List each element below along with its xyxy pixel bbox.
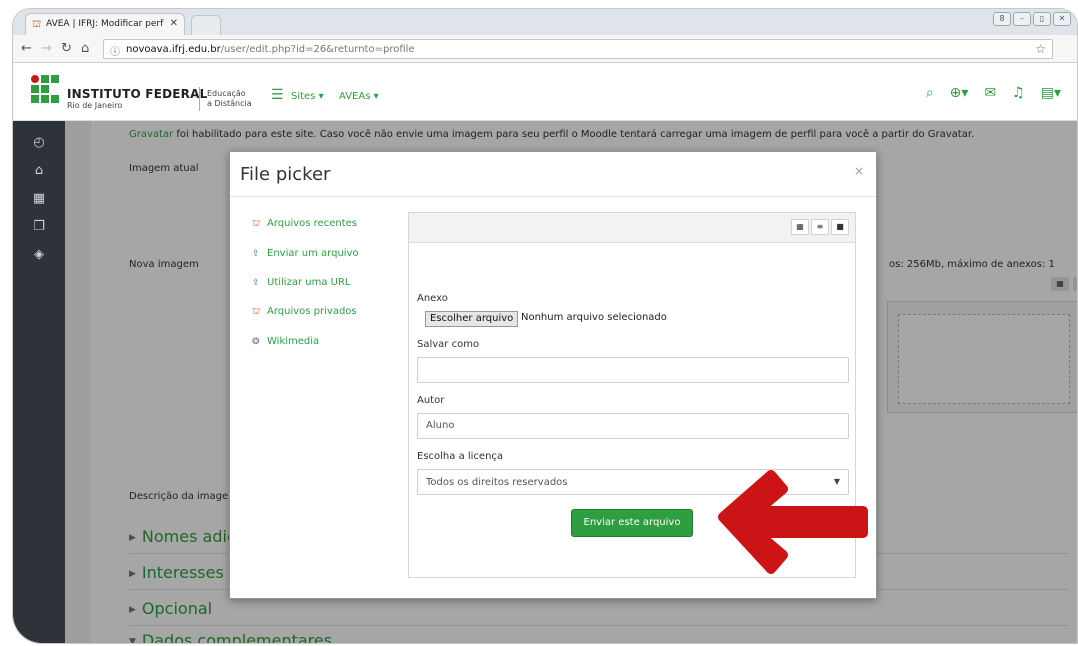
dashboard-icon[interactable]: ◴ [30,135,48,153]
site-header: INSTITUTO FEDERAL Rio de Janeiro Educaçã… [13,63,1077,121]
browser-window: ⛫ AVEA | IFRJ: Modificar perf ✕ 8 – ▯ ✕ … [12,8,1078,644]
search-icon[interactable]: ⌕ [926,85,934,101]
url-path: /user/edit.php?id=26&returnto=profile [220,44,415,55]
dialog-divider [230,196,876,197]
url-host: novoava.ifrj.edu.br [126,44,221,55]
red-arrow-annotation [718,470,868,574]
new-tab-button[interactable] [191,15,221,35]
repo-private-files[interactable]: ⛫ Arquivos privados [252,306,402,318]
license-selected-value: Todos os direitos reservados [426,477,568,488]
browser-tab[interactable]: ⛫ AVEA | IFRJ: Modificar perf ✕ [25,13,185,35]
url-icon: ⇪ [252,278,260,288]
wikimedia-icon: ❂ [252,337,260,347]
choose-file-button[interactable]: Escolher arquivo [425,311,519,327]
author-input[interactable]: Aluno [417,413,849,439]
left-nav-drawer: ◴ ⌂ ▦ ❐ ◈ [13,121,65,643]
info-icon[interactable]: ⓘ [110,43,120,58]
notifications-bell-icon[interactable]: ♫ [1012,85,1025,101]
messages-icon[interactable]: ✉ [984,85,996,101]
repo-wikimedia[interactable]: ❂ Wikimedia [252,336,402,347]
user-avatar-icon[interactable]: ▤▾ [1041,85,1061,101]
close-tab-icon[interactable]: ✕ [170,18,178,29]
address-bar-row: ← → ↻ ⌂ ⓘ novoava.ifrj.edu.br/user/edit.… [13,35,1077,63]
calendar-icon[interactable]: ▦ [30,191,48,209]
grid-view-icon[interactable]: ▦ [791,219,809,235]
tab-strip: ⛫ AVEA | IFRJ: Modificar perf ✕ 8 – ▯ ✕ [13,9,1077,35]
repo-recent-files[interactable]: ⛫ Arquivos recentes [252,218,402,230]
reload-icon[interactable]: ↻ [61,41,72,56]
moodle-hat-icon: ⛫ [32,19,42,30]
ead-line-1: Educação [207,89,246,98]
license-label: Escolha a licença [417,451,504,462]
bookmark-star-icon[interactable]: ☆ [1035,42,1046,56]
back-icon[interactable]: ← [21,41,32,56]
institution-campus: Rio de Janeiro [67,101,123,110]
forward-icon[interactable]: → [41,41,52,56]
dialog-title: File picker [240,164,331,185]
folder-view-icon[interactable]: ■ [831,219,849,235]
window-controls: 8 – ▯ ✕ [993,12,1071,26]
moodle-hat-icon: ⛫ [252,307,261,317]
repo-label: Utilizar uma URL [267,277,351,288]
repo-url[interactable]: ⇪ Utilizar uma URL [252,277,402,288]
close-icon[interactable]: × [854,164,864,178]
panel-toolbar: ▦ ≡ ■ [409,213,855,243]
url-field[interactable]: ⓘ novoava.ifrj.edu.br/user/edit.php?id=2… [103,39,1053,59]
author-label: Autor [417,395,445,406]
save-as-input[interactable] [417,357,849,383]
attachment-label: Anexo [417,293,448,304]
language-globe-icon[interactable]: ⊕▾ [950,85,969,101]
ead-label: Educação a Distância [207,89,252,109]
repository-list: ⛫ Arquivos recentes ⇪ Enviar um arquivo ⇪ U… [252,218,402,365]
repo-label: Enviar um arquivo [267,248,359,259]
profile-button[interactable]: 8 [993,12,1011,26]
menu-icon[interactable]: ☰ [271,87,284,103]
home-icon[interactable]: ⌂ [30,163,48,181]
repo-upload-file[interactable]: ⇪ Enviar um arquivo [252,248,402,259]
tab-title: AVEA | IFRJ: Modificar perf [46,19,164,29]
no-file-selected-text: Nonhum arquivo selecionado [521,312,667,323]
moodle-hat-icon: ⛫ [252,219,261,229]
upload-this-file-button[interactable]: Enviar este arquivo [571,509,693,537]
header-icons: ⌕ ⊕▾ ✉ ♫ ▤▾ [926,85,1061,101]
home-icon[interactable]: ⌂ [81,41,89,56]
close-window-button[interactable]: ✕ [1053,12,1071,26]
aveas-menu[interactable]: AVEAs ▾ [339,91,379,102]
files-icon[interactable]: ❐ [30,219,48,237]
ead-line-2: a Distância [207,99,252,108]
courses-icon[interactable]: ◈ [30,247,48,265]
repo-label: Arquivos recentes [267,218,357,229]
upload-icon: ⇪ [252,249,260,259]
sites-menu[interactable]: Sites ▾ [291,91,324,102]
arrow-shape [718,470,868,574]
logo-divider [199,87,200,111]
view-mode-buttons: ▦ ≡ ■ [791,219,849,235]
repo-label: Arquivos privados [267,306,357,317]
institution-name: INSTITUTO FEDERAL [67,87,208,101]
maximize-button[interactable]: ▯ [1033,12,1051,26]
list-view-icon[interactable]: ≡ [811,219,829,235]
repo-label: Wikimedia [267,336,320,347]
save-as-label: Salvar como [417,339,480,350]
minimize-button[interactable]: – [1013,12,1031,26]
ifrj-logo-icon[interactable] [31,75,59,109]
